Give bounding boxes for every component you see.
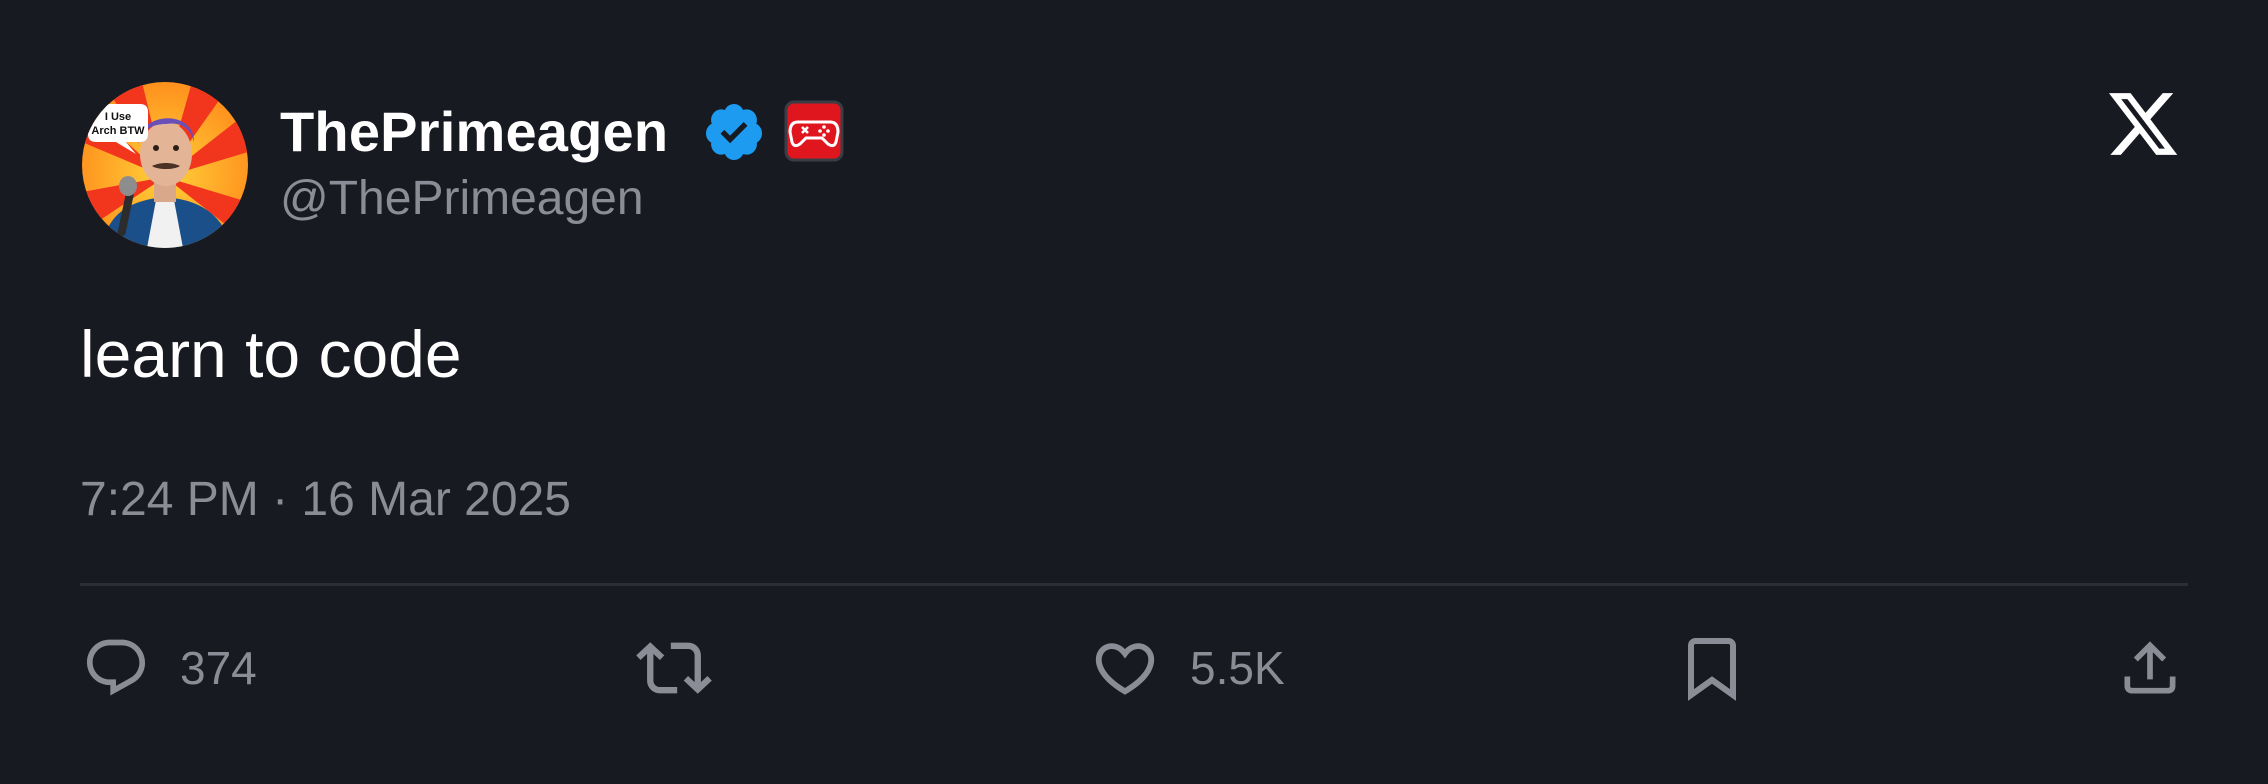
svg-text:Arch BTW: Arch BTW [91,125,145,137]
bookmark-button[interactable] [1676,632,1748,704]
bookmark-icon [1676,632,1748,704]
reply-button[interactable]: 374 [82,632,257,704]
handle[interactable]: @ThePrimeagen [280,168,644,230]
heart-icon [1090,633,1160,703]
share-icon [2116,634,2184,702]
controller-badge-icon[interactable] [784,100,844,162]
tweet-timestamp[interactable]: 7:24 PM · 16 Mar 2025 [80,468,571,532]
x-logo-icon[interactable] [2104,86,2182,162]
reply-count: 374 [180,642,257,694]
like-count: 5.5K [1190,642,1285,694]
verified-badge-icon [702,100,766,164]
divider [80,583,2188,586]
display-name[interactable]: ThePrimeagen [280,96,668,168]
retweet-button[interactable] [636,632,712,704]
reply-icon [82,634,150,702]
tweet-card: I Use Arch BTW ThePrimeagen @ThePrimeage… [0,0,2268,784]
like-button[interactable]: 5.5K [1090,632,1285,704]
share-button[interactable] [2116,632,2184,704]
tweet-text: learn to code [80,317,462,391]
retweet-icon [636,630,712,706]
svg-text:I Use: I Use [105,111,131,123]
avatar[interactable]: I Use Arch BTW [82,82,248,248]
